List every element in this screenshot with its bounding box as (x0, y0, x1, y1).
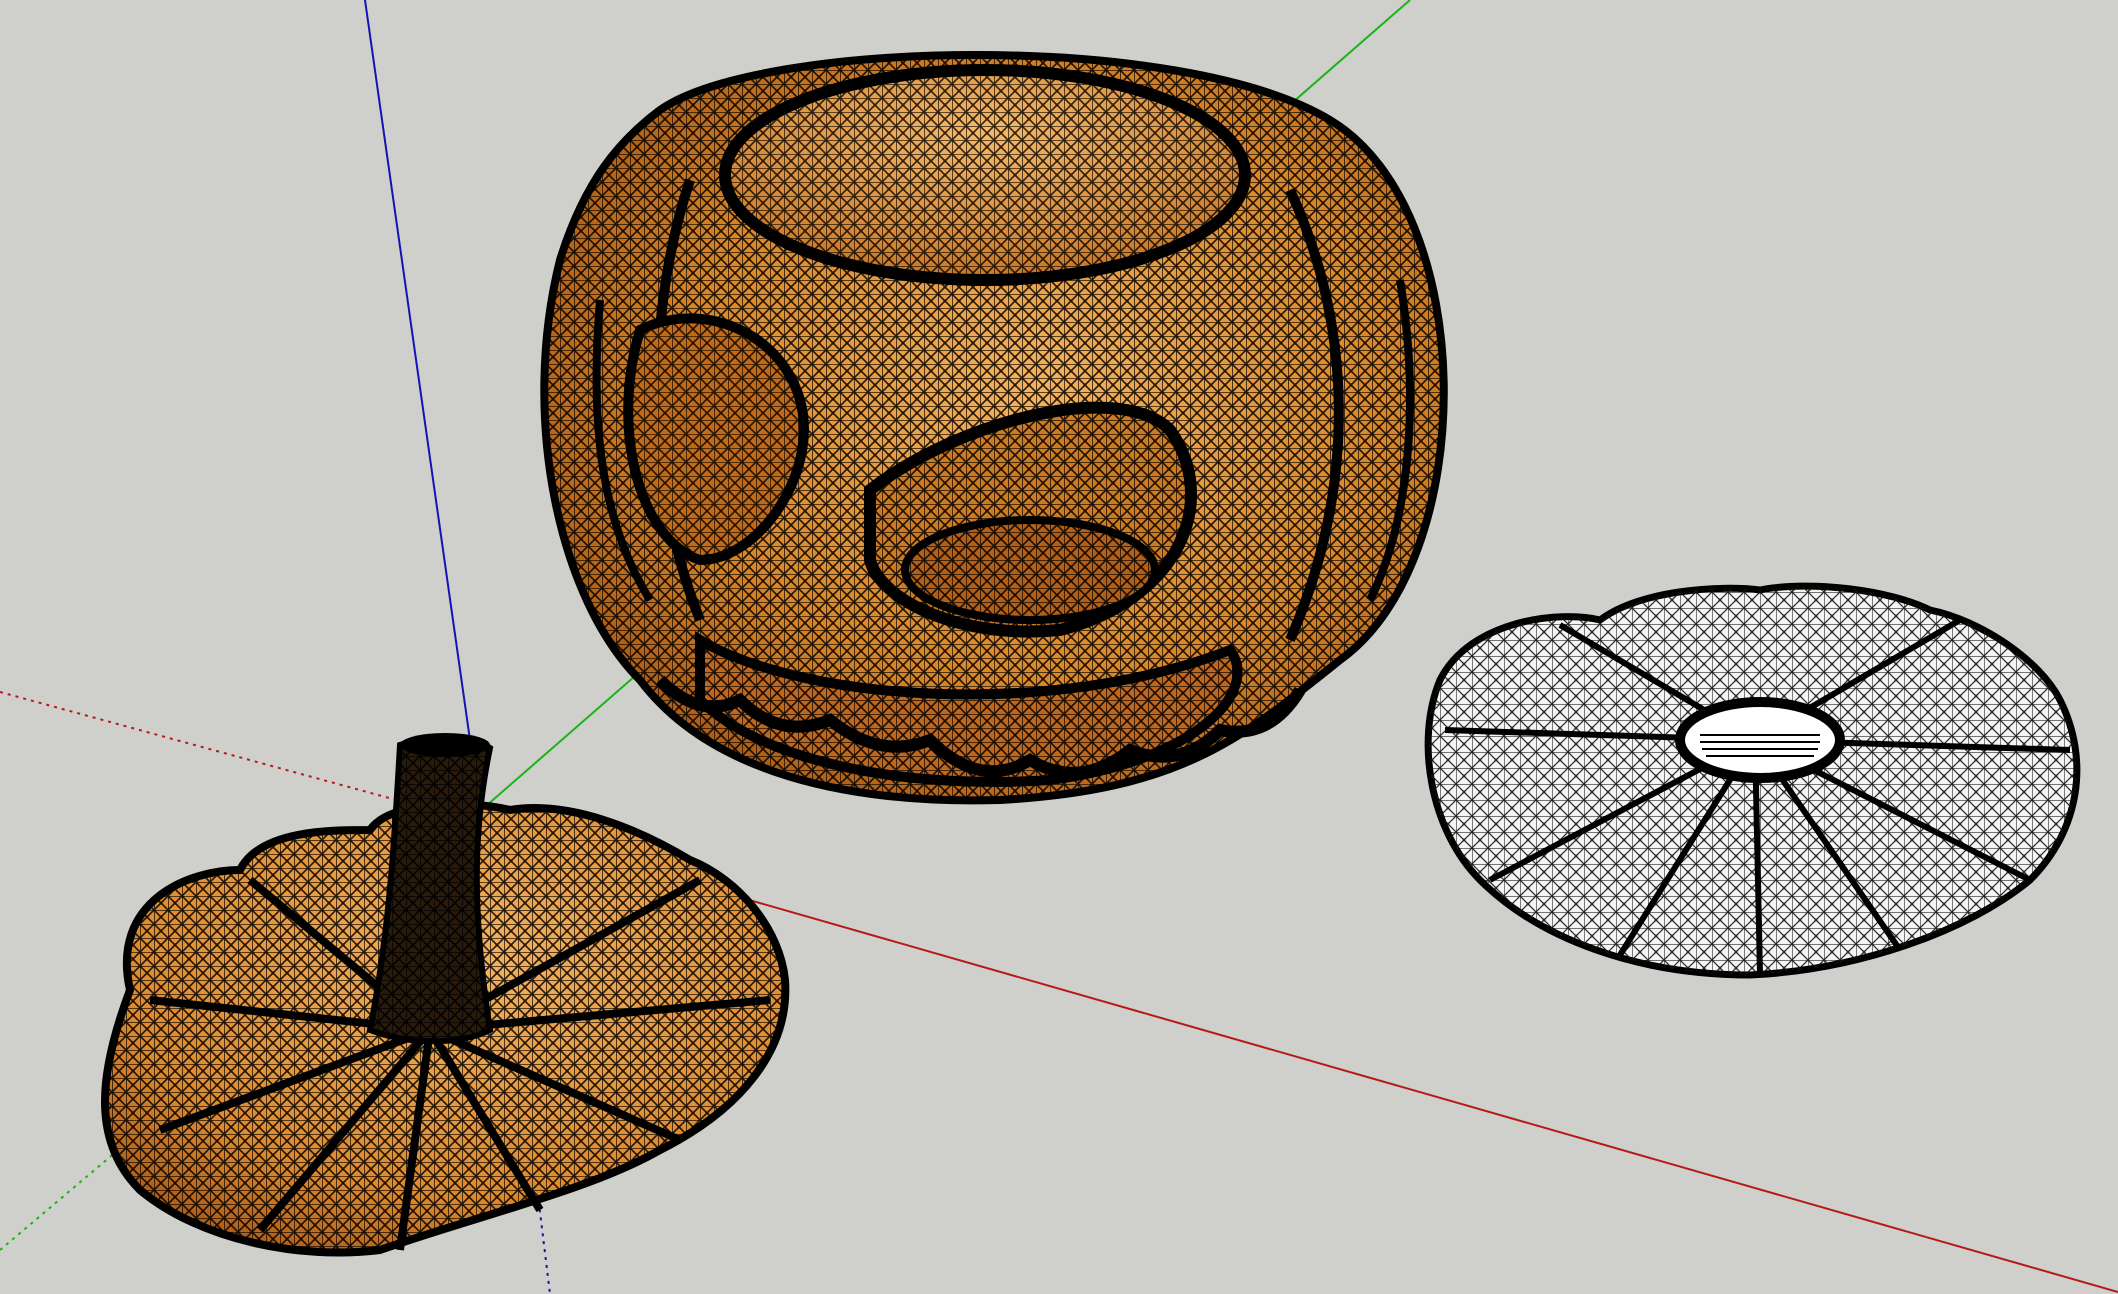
pumpkin-lid-underside[interactable] (1424, 582, 2081, 979)
blue-axis (364, 0, 471, 741)
pumpkin-lid-with-stem[interactable] (101, 733, 790, 1257)
pumpkin-body[interactable] (540, 51, 1448, 805)
lid-underside-hole (1675, 697, 1845, 783)
green-axis-dotted (0, 1139, 131, 1251)
3d-viewport[interactable] (0, 0, 2118, 1294)
